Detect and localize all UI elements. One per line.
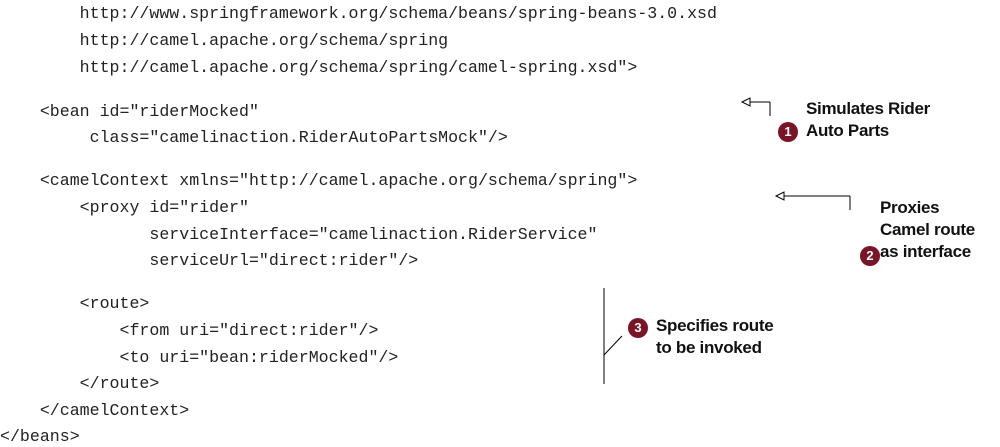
- callout-text-line: Proxies: [880, 198, 940, 217]
- callout-3-bracket: [603, 288, 623, 384]
- callout-text: Specifies route to be invoked: [656, 315, 774, 359]
- callout-2-arrow: [774, 191, 851, 210]
- callout-badge: 2: [860, 246, 880, 266]
- callout-1-arrow: [740, 97, 771, 116]
- callout-text: Proxies Camel route as interface: [880, 197, 975, 263]
- callout-text: Simulates Rider Auto Parts: [806, 98, 930, 142]
- callout-badge: 3: [628, 318, 648, 338]
- callout-text-line: Camel route: [880, 220, 975, 239]
- callout-text-line: to be invoked: [656, 338, 762, 357]
- callout-text-line: as interface: [880, 242, 971, 261]
- callout-text-line: Simulates Rider: [806, 99, 930, 118]
- callout-badge: 1: [778, 122, 798, 142]
- callout-text-line: Specifies route: [656, 316, 774, 335]
- annotation-connectors: [603, 97, 851, 384]
- callout-text-line: Auto Parts: [806, 121, 889, 140]
